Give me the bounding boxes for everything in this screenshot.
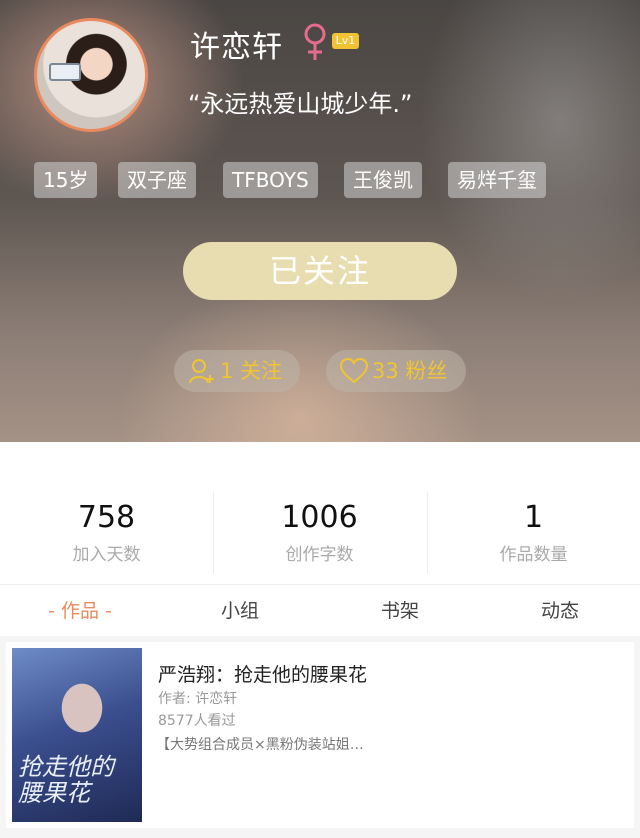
fans-label: 33 粉丝 bbox=[372, 359, 448, 383]
follow-button[interactable]: 已关注 bbox=[183, 242, 457, 300]
profile-header: 许恋轩 Lv1 “永远热爱山城少年.” 15岁 双子座 TFBOYS 王俊凯 易… bbox=[0, 0, 640, 442]
tag-idol-2[interactable]: 易烊千玺 bbox=[448, 162, 546, 198]
cover-title: 抢走他的腰果花 bbox=[18, 753, 114, 807]
following-label: 1 关注 bbox=[220, 359, 283, 383]
tab-groups[interactable]: 小组 bbox=[160, 585, 320, 637]
stat-works-label: 作品数量 bbox=[499, 545, 568, 565]
user-motto: “永远热爱山城少年.” bbox=[188, 90, 413, 118]
stat-words: 1006 创作字数 bbox=[213, 498, 426, 565]
stat-days: 758 加入天数 bbox=[0, 498, 213, 565]
stat-days-label: 加入天数 bbox=[72, 545, 141, 565]
profile-tabs: - 作品 - 小组 书架 动态 bbox=[0, 584, 640, 636]
stat-days-value: 758 bbox=[77, 500, 136, 535]
work-description: 【大势组合成员×黑粉伪装站姐… bbox=[156, 737, 364, 753]
avatar[interactable] bbox=[34, 18, 148, 132]
tag-idol-1[interactable]: 王俊凯 bbox=[344, 162, 422, 198]
tab-works[interactable]: - 作品 - bbox=[0, 585, 160, 637]
tag-zodiac[interactable]: 双子座 bbox=[118, 162, 196, 198]
stats-panel: 758 加入天数 1006 创作字数 1 作品数量 bbox=[0, 442, 640, 584]
user-name: 许恋轩 bbox=[190, 30, 283, 65]
fans-count[interactable]: 33 粉丝 bbox=[326, 350, 466, 392]
stat-works: 1 作品数量 bbox=[427, 498, 640, 565]
following-count[interactable]: 1 关注 bbox=[174, 350, 300, 392]
female-icon bbox=[304, 23, 326, 60]
camera-icon bbox=[49, 63, 81, 81]
work-views: 8577人看过 bbox=[158, 713, 236, 729]
heart-icon bbox=[340, 358, 368, 384]
work-author: 作者: 许恋轩 bbox=[158, 691, 238, 707]
tag-age[interactable]: 15岁 bbox=[34, 162, 98, 198]
level-badge: Lv1 bbox=[332, 33, 359, 49]
tab-activity[interactable]: 动态 bbox=[480, 585, 640, 637]
tab-bookshelf[interactable]: 书架 bbox=[320, 585, 480, 637]
tag-group[interactable]: TFBOYS bbox=[223, 162, 318, 198]
stat-works-value: 1 bbox=[523, 500, 544, 535]
work-card[interactable]: 抢走他的腰果花 严浩翔：抢走他的腰果花 作者: 许恋轩 8577人看过 【大势组… bbox=[6, 642, 634, 828]
add-user-icon bbox=[189, 359, 214, 384]
stat-words-value: 1006 bbox=[281, 500, 358, 535]
work-title[interactable]: 严浩翔：抢走他的腰果花 bbox=[158, 660, 367, 687]
book-cover[interactable]: 抢走他的腰果花 bbox=[12, 648, 142, 822]
stat-words-label: 创作字数 bbox=[285, 545, 354, 565]
